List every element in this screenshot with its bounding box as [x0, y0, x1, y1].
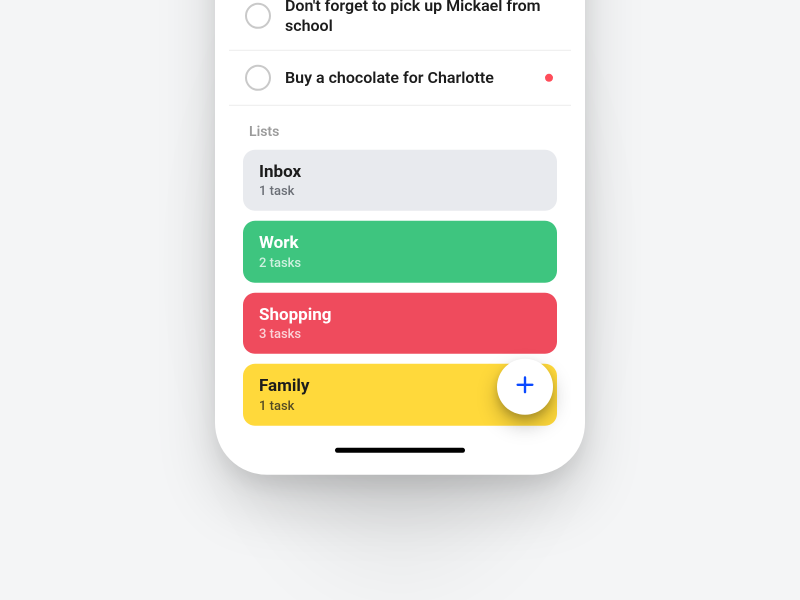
- add-button[interactable]: [497, 359, 553, 415]
- lists-section-header: Lists: [229, 106, 571, 150]
- task-row[interactable]: Buy a chocolate for Charlotte: [229, 51, 571, 106]
- list-count: 2 tasks: [259, 256, 541, 271]
- phone-screen: Buy a milk Don't forget to pick up Micka…: [229, 0, 571, 461]
- task-checkbox[interactable]: [245, 65, 271, 91]
- flag-dot-icon: [545, 74, 553, 82]
- list-count: 1 task: [259, 184, 541, 199]
- phone-frame: Buy a milk Don't forget to pick up Micka…: [215, 0, 585, 475]
- list-title: Work: [259, 233, 541, 253]
- list-card-shopping[interactable]: Shopping 3 tasks: [243, 293, 557, 354]
- list-card-inbox[interactable]: Inbox 1 task: [243, 150, 557, 211]
- list-count: 3 tasks: [259, 327, 541, 342]
- plus-icon: [514, 374, 536, 400]
- task-text: Buy a chocolate for Charlotte: [285, 68, 537, 88]
- home-indicator[interactable]: [335, 448, 465, 453]
- task-row[interactable]: Don't forget to pick up Mickael from sch…: [229, 0, 571, 51]
- task-checkbox[interactable]: [245, 3, 271, 29]
- list-count: 1 task: [259, 398, 541, 413]
- list-card-work[interactable]: Work 2 tasks: [243, 221, 557, 282]
- list-title: Inbox: [259, 162, 541, 182]
- list-title: Shopping: [259, 305, 541, 325]
- task-text: Don't forget to pick up Mickael from sch…: [285, 0, 553, 36]
